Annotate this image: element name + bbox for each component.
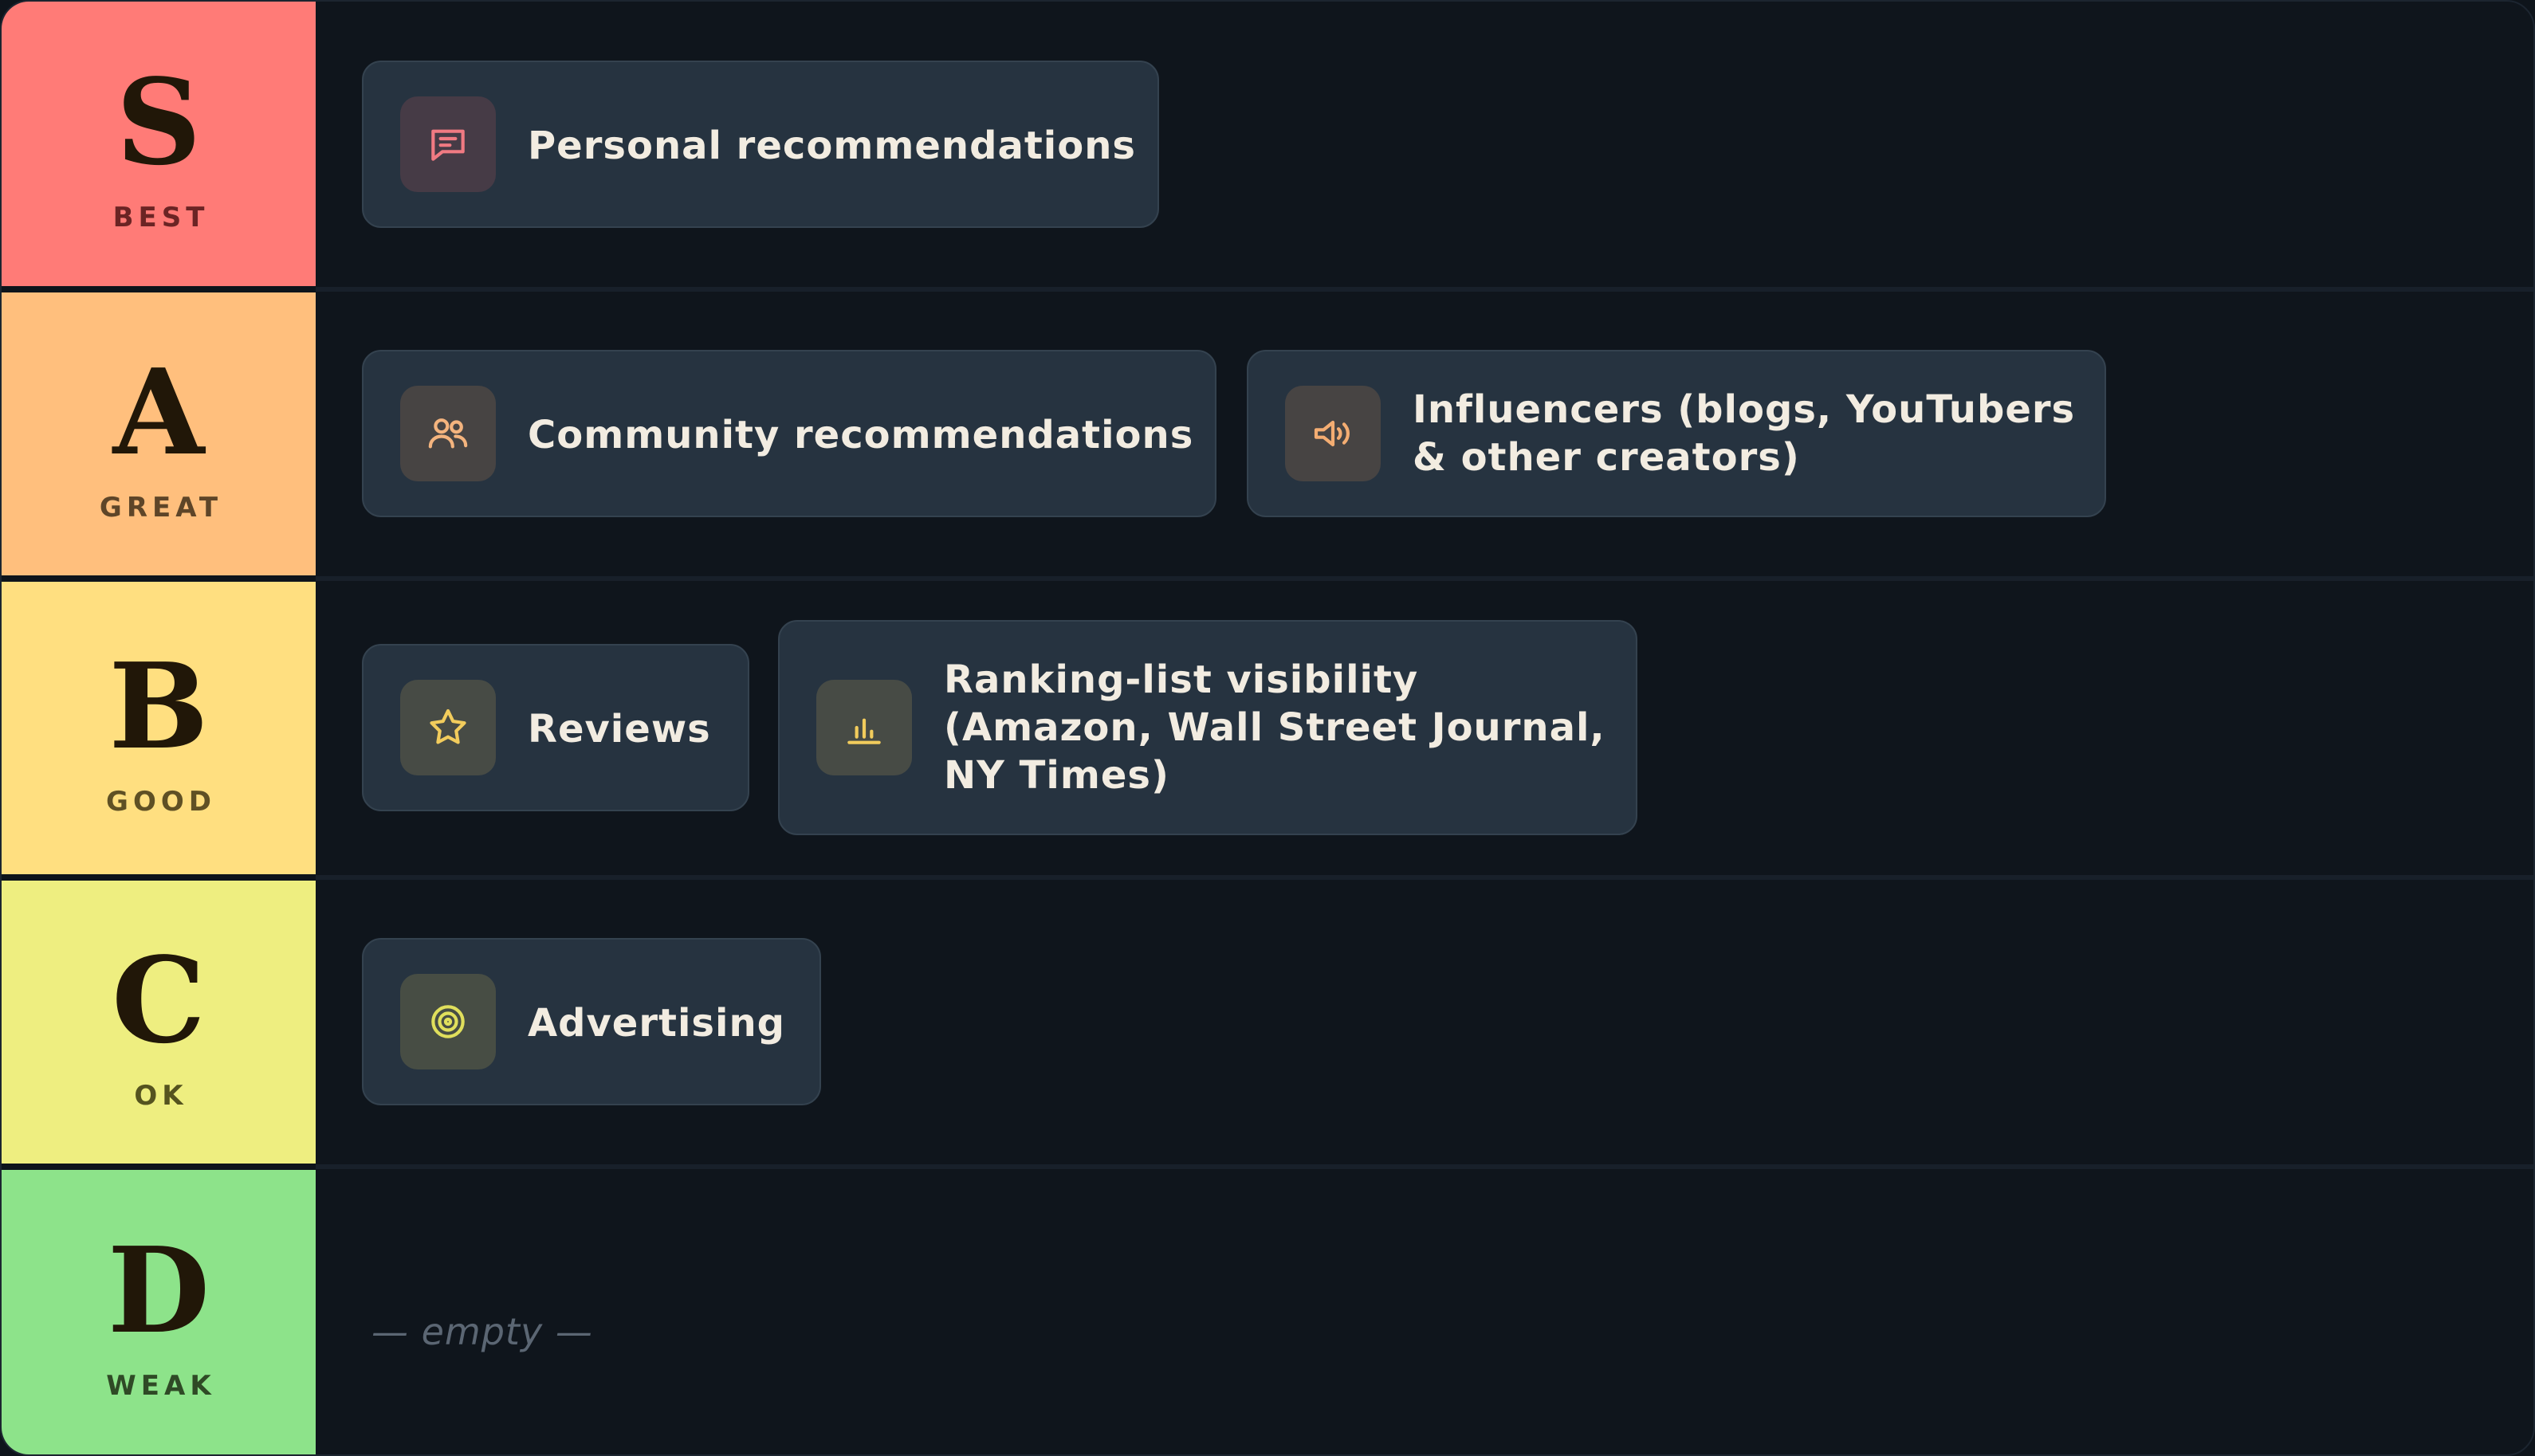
users-icon bbox=[400, 386, 496, 481]
tier-card[interactable]: Ranking-list visibility (Amazon, Wall St… bbox=[778, 620, 1637, 835]
tier-separator bbox=[2, 874, 316, 881]
tier-letter: B bbox=[108, 636, 209, 775]
tier-dropzone-s[interactable]: Personal recommendations bbox=[316, 2, 2533, 286]
tier-separator bbox=[316, 1164, 2533, 1169]
card-label: Personal recommendations bbox=[528, 124, 1136, 168]
tier-card[interactable]: Personal recommendations bbox=[362, 61, 1159, 228]
tier-dropzone-c[interactable]: Advertising bbox=[316, 881, 2533, 1164]
tier-separator bbox=[2, 286, 316, 292]
tier-separator bbox=[316, 576, 2533, 581]
card-label: Influencers (blogs, YouTubers & other cr… bbox=[1413, 387, 2076, 480]
tier-card[interactable]: Community recommendations bbox=[362, 350, 1216, 517]
tier-board: S BEST Personal recommendations A GREAT bbox=[0, 0, 2535, 1456]
tier-dropzone-b[interactable]: Reviews Ranking-list visibility (Amazon,… bbox=[316, 582, 2533, 874]
tier-card[interactable]: Reviews bbox=[362, 644, 749, 811]
tier-letter: A bbox=[112, 342, 205, 481]
tier-separator bbox=[2, 1164, 316, 1170]
tier-row-b: B GOOD Reviews Ranking-list visibility (… bbox=[2, 582, 2533, 874]
card-label: Community recommendations bbox=[528, 413, 1194, 457]
tier-label-a[interactable]: A GREAT bbox=[2, 292, 316, 575]
tier-word: BEST bbox=[112, 201, 210, 234]
tier-label-c[interactable]: C OK bbox=[2, 881, 316, 1164]
tier-word: OK bbox=[134, 1079, 188, 1112]
tier-word: GREAT bbox=[99, 491, 223, 524]
tier-row-d: D WEAK — empty — bbox=[2, 1170, 2533, 1454]
card-label: Reviews bbox=[528, 707, 711, 752]
bar-chart-icon bbox=[816, 680, 912, 775]
tier-row-a: A GREAT Community recommendations Influe… bbox=[2, 292, 2533, 575]
tier-row-s: S BEST Personal recommendations bbox=[2, 2, 2533, 286]
card-label: Ranking-list visibility (Amazon, Wall St… bbox=[944, 657, 1606, 798]
tier-card[interactable]: Influencers (blogs, YouTubers & other cr… bbox=[1247, 350, 2106, 517]
tier-letter: C bbox=[112, 930, 206, 1069]
tier-separator bbox=[316, 875, 2533, 880]
tier-dropzone-a[interactable]: Community recommendations Influencers (b… bbox=[316, 292, 2533, 575]
tier-separator bbox=[316, 287, 2533, 292]
tier-dropzone-d[interactable]: — empty — bbox=[316, 1170, 2533, 1454]
tier-word: GOOD bbox=[106, 785, 216, 818]
tier-label-s[interactable]: S BEST bbox=[2, 2, 316, 286]
empty-placeholder: — empty — bbox=[371, 1310, 593, 1353]
tier-label-b[interactable]: B GOOD bbox=[2, 582, 316, 874]
tier-letter: S bbox=[116, 52, 202, 191]
tier-separator bbox=[2, 575, 316, 582]
tier-label-d[interactable]: D WEAK bbox=[2, 1170, 316, 1454]
tier-row-c: C OK Advertising bbox=[2, 881, 2533, 1164]
tier-letter: D bbox=[107, 1220, 210, 1360]
card-label: Advertising bbox=[528, 1001, 785, 1046]
tier-card[interactable]: Advertising bbox=[362, 938, 821, 1105]
tier-word: WEAK bbox=[106, 1369, 216, 1402]
star-icon bbox=[400, 680, 496, 775]
chat-bubble-icon bbox=[400, 96, 496, 192]
target-icon bbox=[400, 974, 496, 1069]
megaphone-icon bbox=[1285, 386, 1381, 481]
